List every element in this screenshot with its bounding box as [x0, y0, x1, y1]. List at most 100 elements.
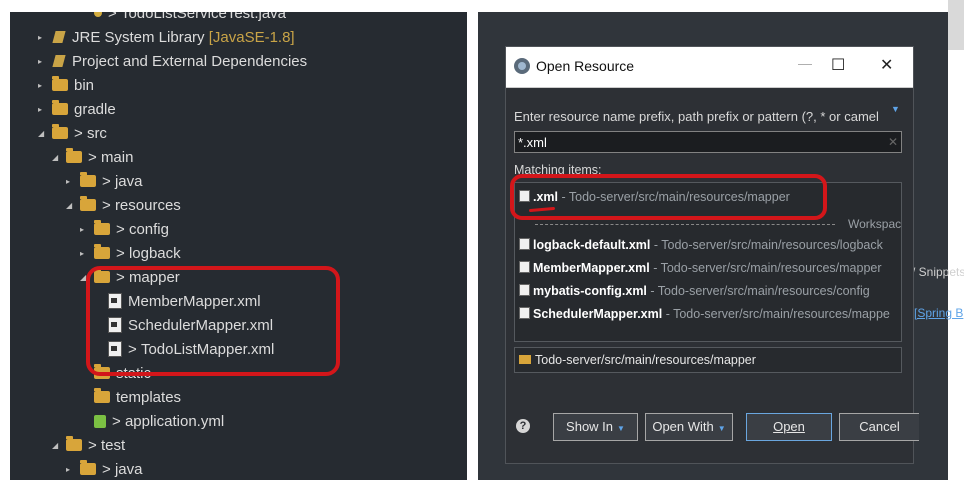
tree-item-label: Project and External Dependencies — [72, 53, 308, 71]
collapse-arrow-icon[interactable]: ◢ — [66, 194, 76, 218]
tree-item-label: resources — [114, 197, 181, 215]
tree-item[interactable]: ▸ > logback — [80, 242, 181, 266]
open-resource-dialog: Open Resource — ☐ ✕ Enter resource name … — [505, 46, 919, 464]
folder-icon — [66, 148, 82, 164]
expand-arrow-icon[interactable]: ▸ — [66, 170, 76, 194]
tree-item[interactable]: > application.yml — [80, 410, 224, 434]
help-icon[interactable]: ? — [516, 419, 530, 433]
tree-item-prefix: > — [74, 125, 87, 143]
collapse-arrow-icon[interactable]: ◢ — [38, 122, 48, 146]
tree-item-label: bin — [74, 77, 95, 95]
folder-icon — [52, 100, 68, 116]
folder-icon — [80, 460, 96, 476]
tree-item-label: java — [114, 173, 143, 191]
collapse-arrow-icon[interactable]: ◢ — [52, 434, 62, 458]
tree-item-label: java — [114, 461, 143, 479]
show-in-button[interactable]: Show In ▼ — [553, 413, 638, 441]
folder-icon — [94, 220, 110, 236]
close-button[interactable]: ✕ — [880, 55, 893, 75]
expand-arrow-icon[interactable]: ▸ — [38, 26, 48, 50]
mapper-highlight-box — [86, 266, 340, 376]
tree-item[interactable]: ▸ > java — [66, 458, 142, 480]
folder-icon — [80, 196, 96, 212]
cancel-button[interactable]: Cancel — [839, 413, 919, 441]
folder-icon — [80, 172, 96, 188]
tree-item-label: test — [100, 437, 126, 455]
tree-item-prefix: > — [102, 461, 115, 479]
tree-item-prefix: > — [116, 221, 129, 239]
minimize-button[interactable]: — — [798, 55, 812, 71]
folder-icon — [52, 124, 68, 140]
tree-item[interactable]: templates — [80, 386, 181, 410]
java-file-icon — [94, 12, 102, 18]
tree-item-label: main — [100, 149, 134, 167]
tree-item-label: logback — [128, 245, 181, 263]
tree-item-prefix: > — [102, 173, 115, 191]
resource-filter-input[interactable]: *.xml — [514, 131, 902, 153]
list-item[interactable]: logback-default.xml - Todo-server/src/ma… — [519, 234, 883, 256]
tree-item-label: src — [86, 125, 107, 143]
expand-arrow-icon[interactable]: ▸ — [80, 218, 90, 242]
folder-icon — [66, 436, 82, 452]
tree-item-prefix: > — [88, 437, 101, 455]
tree-item[interactable]: ◢ > test — [52, 434, 125, 458]
tree-item-label: JRE System Library — [72, 29, 205, 47]
xml-file-icon — [519, 284, 530, 296]
tree-item[interactable]: ▸ bin — [38, 74, 94, 98]
expand-arrow-icon[interactable]: ▸ — [38, 50, 48, 74]
list-item[interactable]: MemberMapper.xml - Todo-server/src/main/… — [519, 257, 882, 279]
selected-item-path: Todo-server/src/main/resources/mapper — [514, 347, 902, 373]
eclipse-icon — [514, 58, 530, 74]
tree-item-label: application.yml — [124, 413, 225, 431]
spring-link[interactable]: [Spring B — [914, 306, 963, 320]
tree-item[interactable]: ▸ > java — [66, 170, 142, 194]
tree-item-label: gradle — [74, 101, 116, 119]
expand-arrow-icon[interactable]: ▸ — [38, 98, 48, 122]
prompt-label: Enter resource name prefix, path prefix … — [514, 109, 879, 124]
tree-item[interactable]: ▸ gradle — [38, 98, 116, 122]
tree-item[interactable]: ▸ JRE System Library [JavaSE-1.8] — [38, 26, 295, 50]
maximize-button[interactable]: ☐ — [831, 55, 845, 75]
tree-item[interactable]: ◢ > resources — [66, 194, 181, 218]
tree-item-prefix: > — [108, 12, 121, 23]
tree-item-prefix: > — [112, 413, 125, 431]
tree-item[interactable]: ▸ Project and External Dependencies — [38, 50, 307, 74]
list-item[interactable]: SchedulerMapper.xml - Todo-server/src/ma… — [519, 303, 890, 325]
scrollbar-strip[interactable] — [948, 0, 964, 50]
open-button[interactable]: Open — [746, 413, 832, 441]
collapse-arrow-icon[interactable]: ◢ — [52, 146, 62, 170]
list-item[interactable]: mybatis-config.xml - Todo-server/src/mai… — [519, 280, 870, 302]
tree-item-prefix: > — [102, 197, 115, 215]
folder-icon — [94, 244, 110, 260]
open-with-button[interactable]: Open With ▼ — [645, 413, 733, 441]
tree-item-label: templates — [116, 389, 182, 407]
tree-item-label: config — [128, 221, 169, 239]
project-explorer: > TodoListServiceTest.java ▸ JRE System Li… — [10, 12, 467, 480]
tree-item[interactable]: ◢ > main — [52, 146, 133, 170]
tree-item-decoration: [JavaSE-1.8] — [204, 29, 295, 47]
folder-icon — [94, 388, 110, 404]
tree-item-prefix: > — [88, 149, 101, 167]
xml-file-icon — [519, 261, 530, 273]
xml-file-icon — [519, 238, 530, 250]
dialog-titlebar[interactable]: Open Resource — ☐ ✕ — [506, 47, 913, 88]
tree-item-prefix: > — [116, 245, 129, 263]
xml-file-icon — [519, 307, 530, 319]
workspace-separator-label: Workspac — [848, 217, 902, 231]
tree-item[interactable]: > TodoListServiceTest.java — [80, 12, 286, 26]
tree-item[interactable]: ▸ > config — [80, 218, 169, 242]
tree-item[interactable]: ◢ > src — [38, 122, 107, 146]
folder-icon — [52, 76, 68, 92]
expand-arrow-icon[interactable]: ▸ — [80, 242, 90, 266]
snippets-tab[interactable]: / Snippets — [912, 265, 964, 279]
yml-file-icon — [94, 414, 106, 428]
match-highlight-box — [510, 174, 827, 220]
clear-filter-icon[interactable]: ✕ — [888, 131, 898, 153]
expand-arrow-icon[interactable]: ▸ — [66, 458, 76, 480]
library-icon — [52, 55, 66, 68]
pattern-menu-caret-icon[interactable]: ▼ — [891, 104, 900, 114]
expand-arrow-icon[interactable]: ▸ — [38, 74, 48, 98]
library-icon — [52, 31, 66, 44]
history-separator — [535, 224, 835, 225]
dialog-title: Open Resource — [536, 58, 635, 74]
